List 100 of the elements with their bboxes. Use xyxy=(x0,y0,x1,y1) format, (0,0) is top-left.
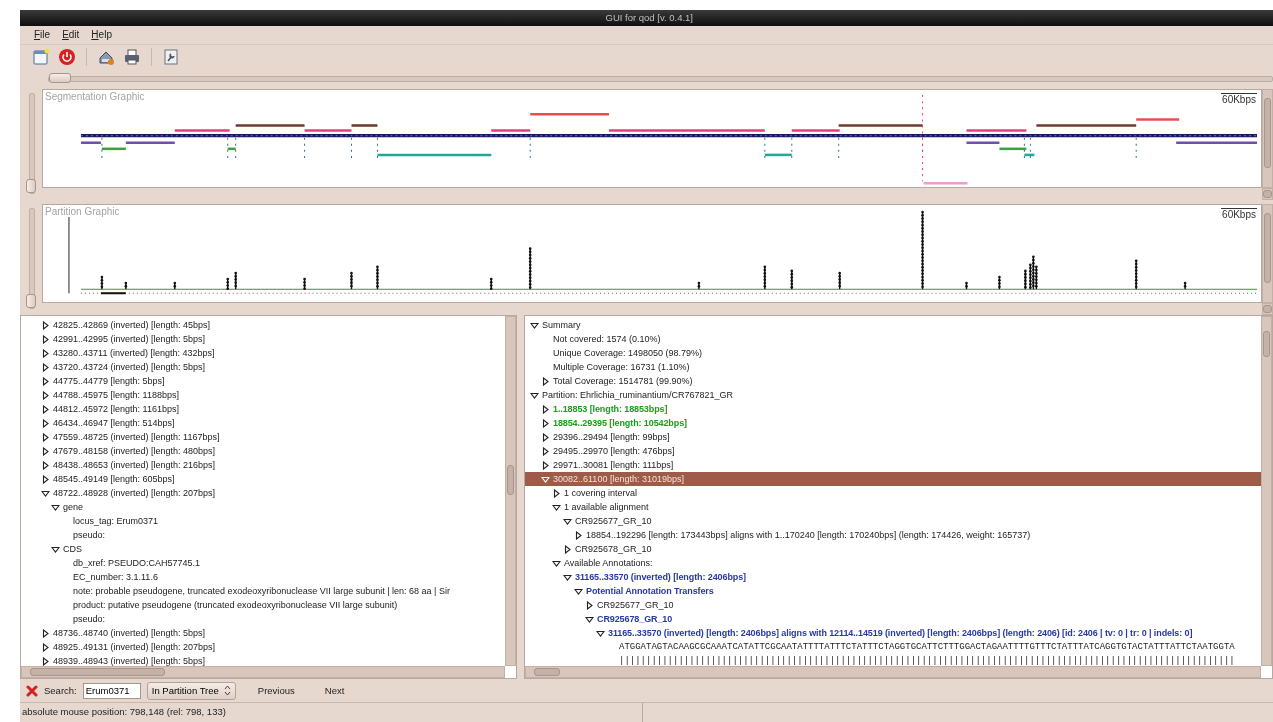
tree-item[interactable]: 44788..45975 [length: 1188bps] xyxy=(53,390,179,401)
vertical-scrollbar[interactable] xyxy=(505,316,516,667)
expander-icon[interactable] xyxy=(530,320,539,330)
tree-item[interactable]: gene xyxy=(63,502,84,513)
search-field[interactable]: Erum0371 xyxy=(82,682,141,699)
tree-item[interactable]: 48736..48740 (inverted) [length: 5bps] xyxy=(53,628,206,639)
tree-item[interactable]: 42991..42995 (inverted) [length: 5bps] xyxy=(53,334,206,345)
tree-item[interactable]: CR925677_GR_10 xyxy=(597,600,674,611)
zoom-slider[interactable] xyxy=(48,75,1273,82)
tree-item[interactable]: 31165..33570 (inverted) [length: 2406bps] xyxy=(575,572,746,583)
expander-icon[interactable] xyxy=(563,572,572,582)
expander-icon[interactable] xyxy=(51,502,60,512)
tree-item[interactable]: locus_tag: Erum0371 xyxy=(73,516,159,527)
expander-icon[interactable] xyxy=(552,558,561,568)
expander-icon[interactable] xyxy=(41,390,50,400)
tree-item[interactable]: CDS xyxy=(63,544,82,555)
expander-icon[interactable] xyxy=(574,586,583,596)
tree-item[interactable]: 30082..61100 [length: 31019bps] xyxy=(553,474,684,485)
expander-icon[interactable] xyxy=(41,362,50,372)
zoom-slider[interactable] xyxy=(29,92,35,194)
expander-icon[interactable] xyxy=(552,488,561,498)
power-icon[interactable] xyxy=(56,46,78,67)
expander-icon[interactable] xyxy=(530,390,539,400)
tree-item[interactable]: 31165..33570 (inverted) [length: 2406bps] aligns with 12114..14519 (inverted) [length: 2406bps] (length: 2406) [id: 2406 | tv: 0 | tr: 0 | indels: 0] xyxy=(608,628,1193,639)
close-icon[interactable] xyxy=(26,684,38,697)
expander-icon[interactable] xyxy=(41,446,50,456)
tree-item[interactable]: 29495..29970 [length: 476bps] xyxy=(553,446,675,457)
tree-item[interactable]: 42825..42869 (inverted) [length: 45bps] xyxy=(53,320,211,331)
tree-item[interactable]: EC_number: 3.1.11.6 xyxy=(73,572,158,583)
expander-icon[interactable] xyxy=(563,544,572,554)
expander-icon[interactable] xyxy=(41,432,50,442)
vertical-scrollbar[interactable] xyxy=(1261,316,1272,667)
tree-item[interactable]: pseudo: xyxy=(73,530,106,541)
tree-item[interactable]: Partition: Ehrlichia_ruminantium/CR767821_GR xyxy=(542,390,734,401)
expander-icon[interactable] xyxy=(41,474,50,484)
expander-icon[interactable] xyxy=(41,418,50,428)
tree-item[interactable]: 18854..29395 [length: 10542bps] xyxy=(553,418,687,429)
tree-item[interactable]: 1 covering interval xyxy=(564,488,638,499)
tree-item[interactable]: 47679..48158 (inverted) [length: 480bps] xyxy=(53,446,216,457)
expander-icon[interactable] xyxy=(41,628,50,638)
tree-item[interactable]: Summary xyxy=(542,320,581,331)
expander-icon[interactable] xyxy=(41,656,50,666)
expander-icon[interactable] xyxy=(585,614,594,624)
tree-item[interactable]: 43720..43724 (inverted) [length: 5bps] xyxy=(53,362,206,373)
expander-icon[interactable] xyxy=(541,460,550,470)
tree-item[interactable]: 18854..192296 [length: 173443bps] aligns with 1..170240 [length: 170240bps] (length: 174426, weight: 165737) xyxy=(586,530,1031,541)
tree-item[interactable]: 29396..29494 [length: 99bps] xyxy=(553,432,670,443)
expander-icon[interactable] xyxy=(552,502,561,512)
search-nav-button[interactable]: Previous xyxy=(247,683,305,699)
scope-dropdown[interactable]: In Partition Tree xyxy=(146,681,236,700)
tree-item[interactable]: note: probable pseudogene, truncated exodeoxyribonuclease VII large subunit | len: 68 aa | Sir xyxy=(73,586,450,597)
menu-item[interactable]: File xyxy=(34,29,51,41)
expander-icon[interactable] xyxy=(41,460,50,470)
tree-item[interactable]: 48722..48928 (inverted) [length: 207bps] xyxy=(53,488,216,499)
expander-icon[interactable] xyxy=(596,628,605,638)
tree-item[interactable]: 29971..30081 [length: 111bps] xyxy=(553,460,674,471)
horizontal-scrollbar[interactable] xyxy=(21,666,505,679)
tree-item[interactable]: Available Annotations: xyxy=(564,558,653,569)
expander-icon[interactable] xyxy=(41,642,50,652)
expander-icon[interactable] xyxy=(41,404,50,414)
tree-item[interactable]: Multiple Coverage: 16731 (1.10%) xyxy=(553,362,690,373)
tree-item[interactable]: 48438..48653 (inverted) [length: 216bps] xyxy=(53,460,216,471)
search-nav-button[interactable]: Next xyxy=(314,683,355,699)
tree-item[interactable]: 48925..49131 (inverted) [length: 207bps] xyxy=(53,642,216,653)
tree-item[interactable]: 1 available alignment xyxy=(564,502,649,513)
horizontal-scrollbar[interactable] xyxy=(1262,303,1273,316)
expander-icon[interactable] xyxy=(41,488,50,498)
tree-item[interactable]: 46434..46947 [length: 514bps] xyxy=(53,418,175,429)
tree-item[interactable]: 47559..48725 (inverted) [length: 1167bps] xyxy=(53,432,220,443)
horizontal-scrollbar[interactable] xyxy=(525,666,1261,679)
expander-icon[interactable] xyxy=(585,600,594,610)
expander-icon[interactable] xyxy=(541,418,550,428)
tree-item[interactable]: CR925678_GR_10 xyxy=(575,544,652,555)
expander-icon[interactable] xyxy=(541,432,550,442)
tree-item[interactable]: CR925678_GR_10 xyxy=(597,614,673,625)
new-window-icon[interactable] xyxy=(30,46,52,67)
horizontal-scrollbar[interactable] xyxy=(1262,187,1273,200)
tree-item[interactable]: product: putative pseudogene (truncated exodeoxyribonuclease VII large subunit) xyxy=(73,600,398,611)
tree-item[interactable]: 43280..43711 (inverted) [length: 432bps] xyxy=(53,348,215,359)
tree-item[interactable]: CR925677_GR_10 xyxy=(575,516,652,527)
expander-icon[interactable] xyxy=(574,530,583,540)
expander-icon[interactable] xyxy=(563,516,572,526)
expander-icon[interactable] xyxy=(41,376,50,386)
tree-item[interactable]: Total Coverage: 1514781 (99.90%) xyxy=(553,376,693,387)
expander-icon[interactable] xyxy=(541,404,550,414)
vertical-scrollbar[interactable] xyxy=(1262,88,1273,188)
vertical-scrollbar[interactable] xyxy=(1262,203,1273,304)
expander-icon[interactable] xyxy=(41,320,50,330)
expander-icon[interactable] xyxy=(51,544,60,554)
expander-icon[interactable] xyxy=(41,334,50,344)
expander-icon[interactable] xyxy=(541,376,550,386)
zoom-slider[interactable] xyxy=(29,207,35,310)
menu-item[interactable]: Edit xyxy=(62,29,80,41)
menu-item[interactable]: Help xyxy=(91,29,112,41)
tree-item[interactable]: Not covered: 1574 (0.10%) xyxy=(553,334,661,345)
tree-item[interactable]: 48545..49149 [length: 605bps] xyxy=(53,474,175,485)
tree-item[interactable]: 48939..48943 (inverted) [length: 5bps] xyxy=(53,656,206,667)
tree-item[interactable]: 44775..44779 [length: 5bps] xyxy=(53,376,165,387)
tree-item[interactable]: pseudo: xyxy=(73,614,106,625)
expander-icon[interactable] xyxy=(41,348,50,358)
